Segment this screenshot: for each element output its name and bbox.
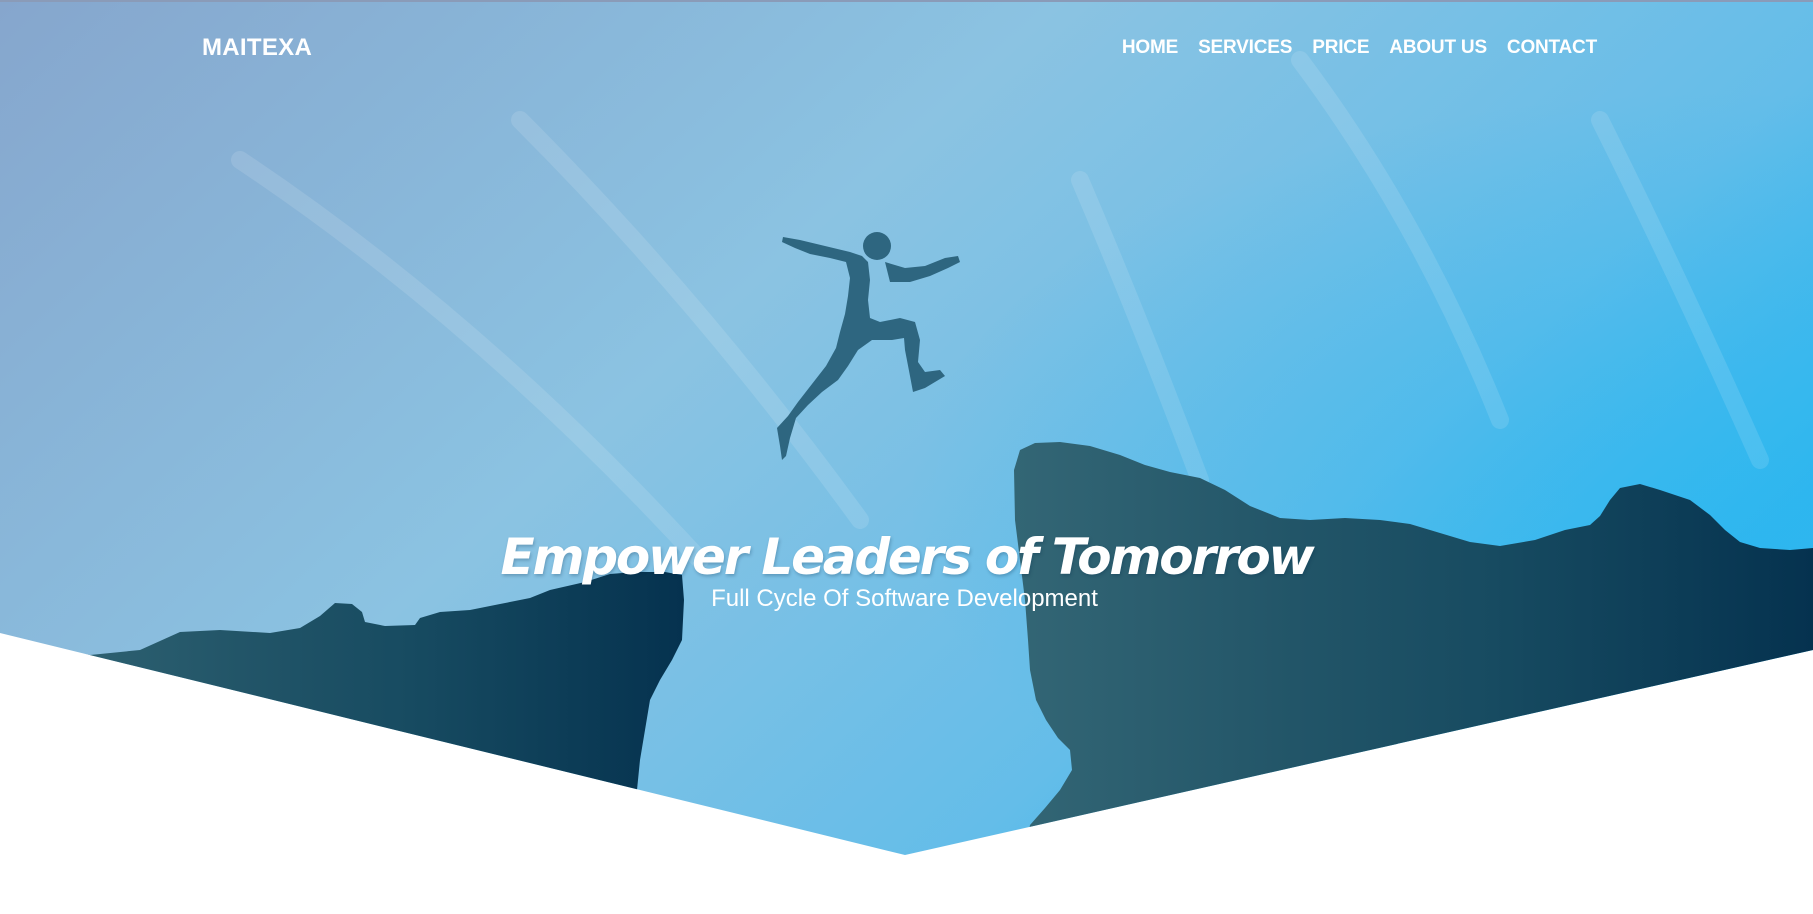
nav-link-contact[interactable]: CONTACT bbox=[1507, 37, 1597, 58]
hero-title: Empower Leaders of Tomorrow bbox=[500, 527, 1314, 586]
nav-menu: HOME SERVICES PRICE ABOUT US CONTACT bbox=[1122, 37, 1597, 59]
hero-background-image bbox=[0, 0, 1813, 855]
nav-item-home: HOME bbox=[1122, 37, 1178, 59]
nav-item-services: SERVICES bbox=[1198, 37, 1292, 59]
nav-item-about-us: ABOUT US bbox=[1389, 37, 1487, 59]
hero-subtitle: Full Cycle Of Software Development bbox=[711, 585, 1098, 612]
landing-page: MAITEXA HOME SERVICES PRICE ABOUT US CON… bbox=[0, 0, 1813, 914]
nav-link-services[interactable]: SERVICES bbox=[1198, 37, 1292, 58]
nav-link-price[interactable]: PRICE bbox=[1312, 37, 1369, 58]
navbar: MAITEXA HOME SERVICES PRICE ABOUT US CON… bbox=[0, 0, 1813, 95]
nav-item-price: PRICE bbox=[1312, 37, 1369, 59]
nav-link-home[interactable]: HOME bbox=[1122, 37, 1178, 58]
nav-item-contact: CONTACT bbox=[1507, 37, 1597, 59]
hero-section bbox=[0, 0, 1813, 914]
nav-link-about-us[interactable]: ABOUT US bbox=[1389, 37, 1487, 58]
brand-logo-link[interactable]: MAITEXA bbox=[202, 34, 312, 62]
